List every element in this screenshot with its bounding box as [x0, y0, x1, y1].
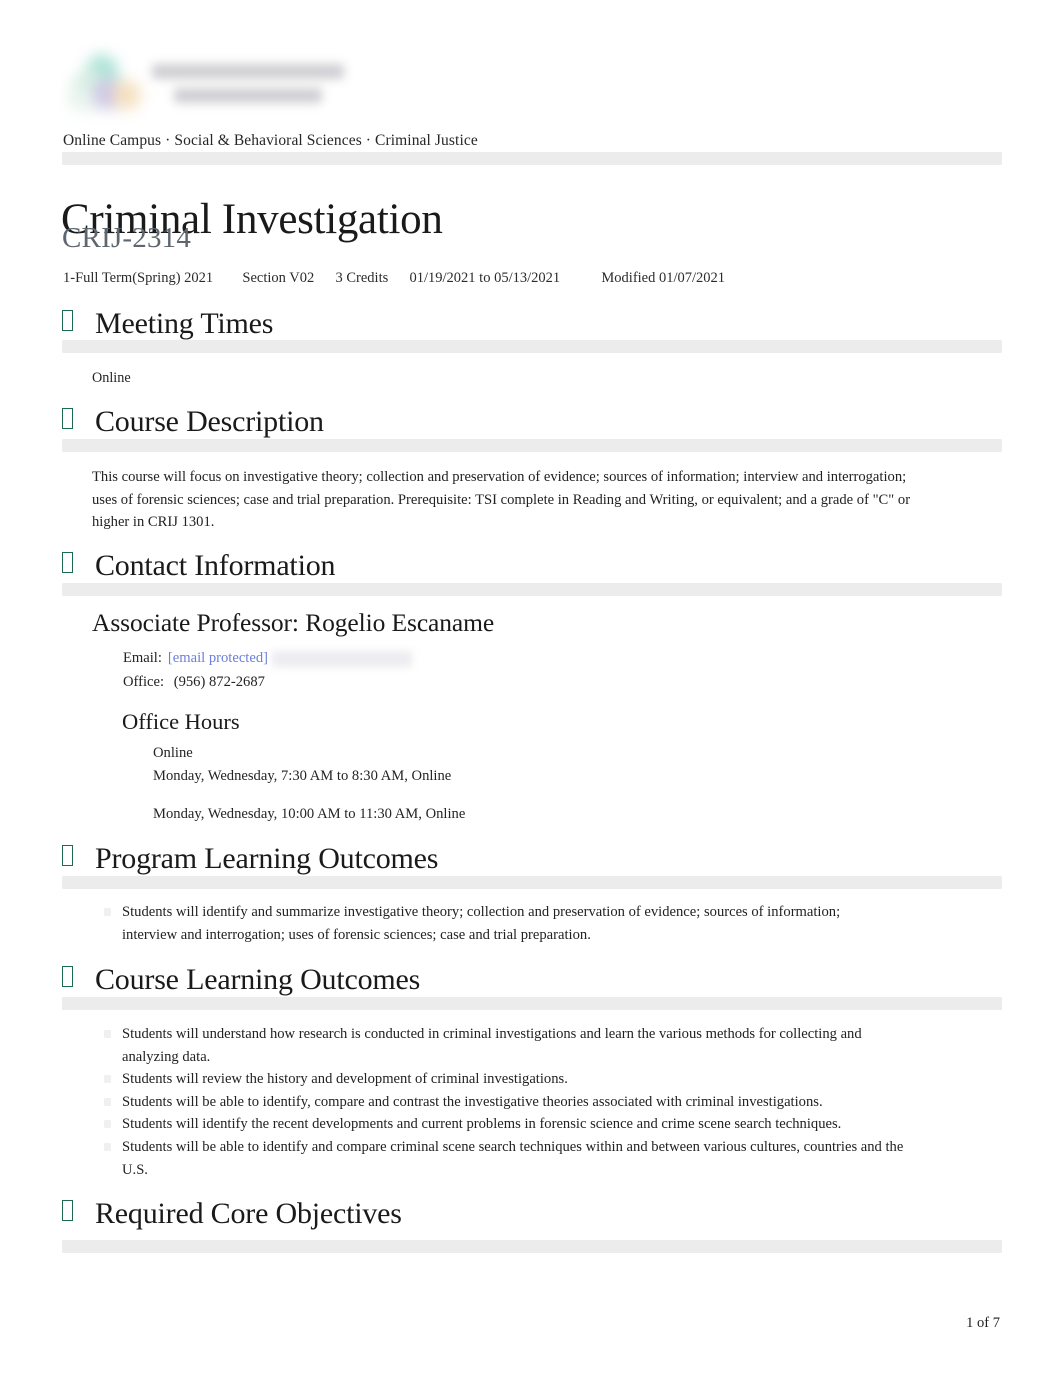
section-marker-icon — [62, 1200, 73, 1221]
meeting-times-body: Online — [92, 370, 131, 386]
instructor-name: Associate Professor: Rogelio Escaname — [92, 608, 495, 637]
office-hours-item: Monday, Wednesday, 7:30 AM to 8:30 AM, O… — [153, 768, 452, 784]
course-meta-row: 1-Full Term(Spring) 2021 Section V02 3 C… — [63, 270, 725, 287]
office-hours-item: Online — [153, 745, 193, 761]
section-divider-course-description — [62, 439, 1002, 452]
list-item: Students will identify and summarize inv… — [104, 901, 894, 946]
university-wordmark-icon — [152, 64, 392, 112]
section-heading-course-learning-outcomes: Course Learning Outcomes — [62, 963, 420, 997]
syllabus-page: Online Campus · Social & Behavioral Scie… — [0, 0, 1062, 1377]
university-logo — [62, 52, 392, 120]
course-description-body: This course will focus on investigative … — [92, 469, 911, 531]
office-phone: (956) 872-2687 — [173, 674, 265, 690]
section-heading-meeting-times: Meeting Times — [62, 307, 273, 341]
section-title: Contact Information — [95, 549, 336, 582]
instructor-email-link[interactable]: [email protected] — [168, 650, 268, 666]
section-heading-contact-information: Contact Information — [62, 549, 336, 583]
meta-credits: 3 Credits — [335, 270, 389, 286]
program-learning-outcomes-list: Students will identify and summarize inv… — [104, 901, 894, 946]
university-seal-icon — [67, 54, 145, 116]
list-item: Students will identify the recent develo… — [104, 1113, 904, 1136]
redacted-email-overlay — [272, 651, 412, 667]
section-title: Course Learning Outcomes — [95, 963, 421, 996]
section-divider-required-core-objectives — [62, 1240, 1002, 1253]
list-item: Students will be able to identify, compa… — [104, 1091, 904, 1114]
section-title: Program Learning Outcomes — [95, 842, 439, 875]
breadcrumb-divider — [62, 152, 1002, 165]
instructor-office-row: Office: (956) 872-2687 — [123, 674, 265, 691]
email-label: Email: — [123, 650, 162, 666]
course-learning-outcomes-list: Students will understand how research is… — [104, 1023, 904, 1181]
section-divider-contact-information — [62, 583, 1002, 596]
section-marker-icon — [62, 552, 73, 573]
breadcrumb: Online Campus · Social & Behavioral Scie… — [63, 132, 478, 149]
office-label: Office: — [123, 674, 165, 690]
section-marker-icon — [62, 966, 73, 987]
section-heading-program-learning-outcomes: Program Learning Outcomes — [62, 842, 438, 876]
list-item: Students will be able to identify and co… — [104, 1136, 904, 1181]
section-title: Meeting Times — [95, 307, 274, 340]
section-divider-meeting-times — [62, 340, 1002, 353]
section-heading-course-description: Course Description — [62, 405, 324, 439]
meta-modified: Modified 01/07/2021 — [601, 270, 726, 286]
meta-section: Section V02 — [242, 270, 315, 286]
list-item: Students will understand how research is… — [104, 1023, 904, 1068]
section-divider-course-learning-outcomes — [62, 997, 1002, 1010]
section-title: Course Description — [95, 405, 324, 438]
meta-term: 1-Full Term(Spring) 2021 — [63, 270, 214, 286]
section-marker-icon — [62, 845, 73, 866]
page-number: 1 of 7 — [966, 1315, 1000, 1331]
list-item: Students will review the history and dev… — [104, 1068, 904, 1091]
office-hours-item: Monday, Wednesday, 10:00 AM to 11:30 AM,… — [153, 806, 466, 822]
instructor-email-row: Email: [email protected] — [123, 650, 268, 667]
section-marker-icon — [62, 310, 73, 331]
office-hours-title: Office Hours — [122, 709, 240, 734]
meta-date-range: 01/19/2021 to 05/13/2021 — [409, 270, 561, 286]
section-title: Required Core Objectives — [95, 1197, 402, 1230]
course-code: CRIJ-2314 — [62, 222, 192, 254]
section-divider-program-learning-outcomes — [62, 876, 1002, 889]
section-marker-icon — [62, 408, 73, 429]
section-heading-required-core-objectives: Required Core Objectives — [62, 1197, 402, 1231]
